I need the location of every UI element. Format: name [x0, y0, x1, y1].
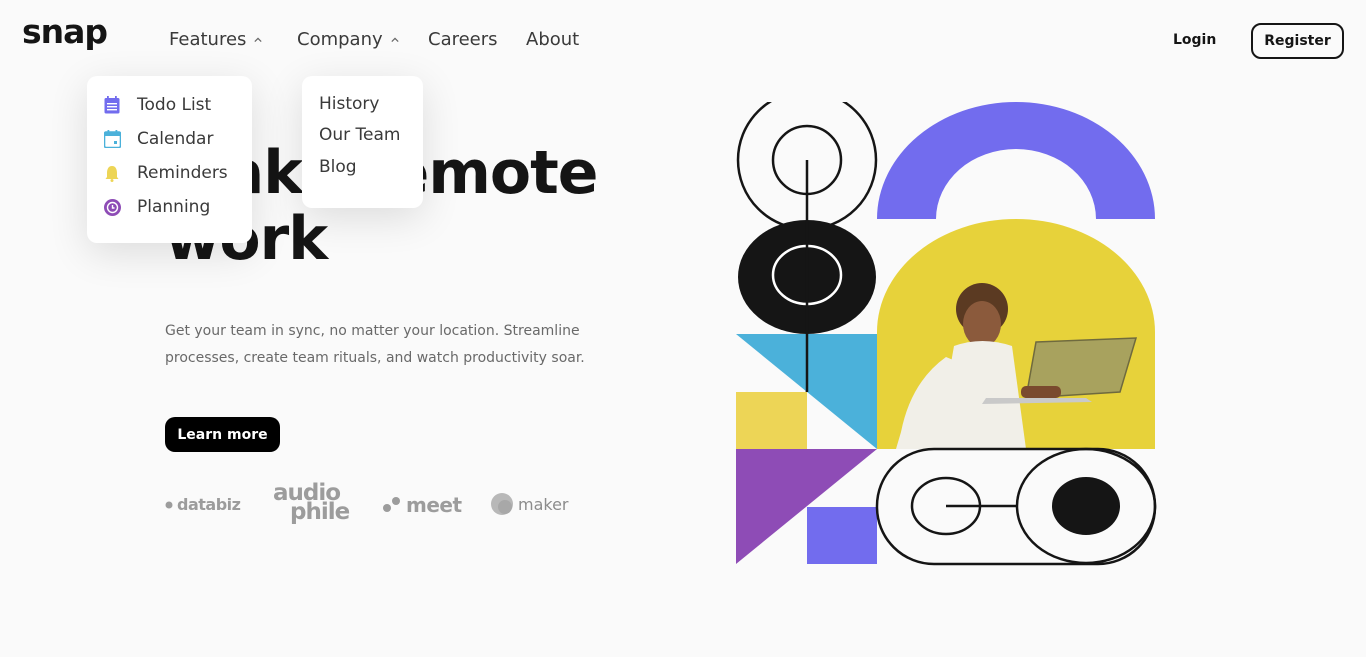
client-logo-databiz: databiz — [165, 495, 241, 514]
client-logo-maker: maker — [490, 492, 569, 516]
chevron-up-icon — [254, 37, 263, 42]
nav-features[interactable]: Features — [169, 29, 263, 50]
login-link[interactable]: Login — [1173, 32, 1216, 48]
dot-icon — [165, 501, 173, 508]
calendar-icon — [103, 130, 121, 148]
register-button[interactable]: Register — [1251, 23, 1344, 59]
features-dropdown: Todo List Calendar Reminders Planning — [87, 76, 252, 243]
meet-dots-icon — [383, 497, 400, 512]
hero-illustration — [736, 102, 1157, 566]
client-meet-label: meet — [406, 493, 462, 517]
dropdown-item-label: Calendar — [137, 129, 214, 149]
nav-company[interactable]: Company — [297, 29, 399, 50]
client-logo-audiophile: audio phile — [273, 482, 350, 525]
hero-description: Get your team in sync, no matter your lo… — [165, 318, 605, 372]
client-audiophile-line2: phile — [290, 499, 350, 525]
nav-features-label: Features — [169, 29, 247, 50]
client-maker-label: maker — [518, 494, 569, 514]
nav-about-label: About — [526, 29, 580, 50]
hero-description-line2: processes, create team rituals, and watc… — [165, 350, 585, 366]
nav-careers-label: Careers — [428, 29, 498, 50]
dropdown-item-planning[interactable]: Planning — [103, 190, 252, 224]
dropdown-item-blog[interactable]: Blog — [319, 151, 423, 183]
clock-icon — [103, 198, 121, 216]
dropdown-item-label: Our Team — [319, 125, 401, 146]
dropdown-item-label: Reminders — [137, 163, 228, 183]
dropdown-item-our-team[interactable]: Our Team — [319, 120, 423, 152]
todo-icon — [103, 96, 121, 114]
dropdown-item-todo-list[interactable]: Todo List — [103, 88, 252, 122]
nav-about[interactable]: About — [526, 29, 579, 50]
dropdown-item-history[interactable]: History — [319, 88, 423, 120]
maker-mark-icon — [491, 493, 513, 515]
dropdown-item-label: Blog — [319, 156, 357, 177]
dropdown-item-label: Todo List — [137, 95, 212, 115]
bell-icon — [103, 164, 121, 182]
hero-description-line1: Get your team in sync, no matter your lo… — [165, 323, 580, 339]
nav-careers[interactable]: Careers — [428, 29, 498, 50]
client-logo-meet: meet — [382, 493, 462, 517]
chevron-up-icon — [391, 37, 399, 42]
logo[interactable]: snap — [22, 12, 108, 51]
dropdown-item-reminders[interactable]: Reminders — [103, 156, 252, 190]
company-dropdown: History Our Team Blog — [302, 76, 423, 208]
dropdown-item-label: Planning — [137, 197, 211, 217]
dropdown-item-label: History — [319, 93, 380, 114]
learn-more-button[interactable]: Learn more — [165, 417, 280, 452]
dropdown-item-calendar[interactable]: Calendar — [103, 122, 252, 156]
nav-company-label: Company — [297, 29, 383, 50]
client-databiz-label: databiz — [177, 495, 241, 514]
